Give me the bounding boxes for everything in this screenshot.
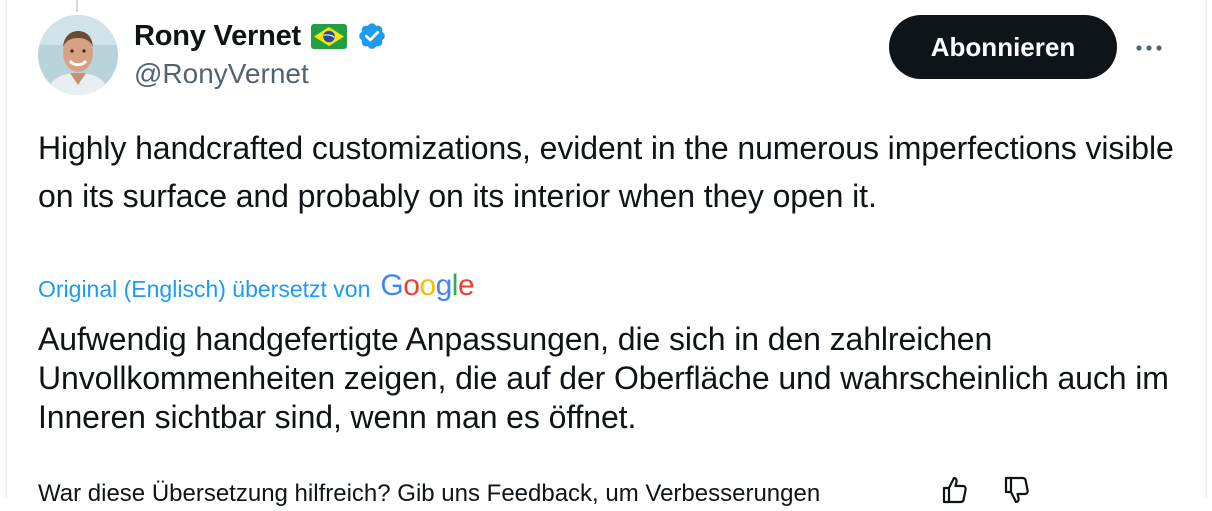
author-name-row: Rony Vernet <box>134 18 387 54</box>
verified-badge-icon[interactable] <box>357 21 387 51</box>
author-handle[interactable]: @RonyVernet <box>134 58 309 90</box>
timeline-border-left <box>5 0 7 498</box>
more-horizontal-icon[interactable] <box>1131 34 1167 62</box>
google-logo: Google <box>380 269 475 302</box>
avatar[interactable] <box>38 15 118 95</box>
tweet-text: Highly handcrafted customizations, evide… <box>38 130 1174 214</box>
thumbs-up-icon[interactable] <box>938 474 970 506</box>
display-name[interactable]: Rony Vernet <box>134 20 301 53</box>
follow-button[interactable]: Abonnieren <box>889 15 1117 79</box>
feedback-prompt: War diese Übersetzung hilfreich? Gib uns… <box>38 480 821 507</box>
translation-feedback-row: War diese Übersetzung hilfreich? Gib uns… <box>38 476 1198 510</box>
thumbs-down-icon[interactable] <box>1000 474 1032 506</box>
translation-attribution: Original (Englisch) übersetzt von Google <box>38 269 475 304</box>
translated-text: Aufwendig handgefertigte Anpassungen, di… <box>38 321 1169 435</box>
translation-label[interactable]: Original (Englisch) übersetzt von <box>38 276 370 303</box>
timeline-border-right <box>1205 0 1207 498</box>
thread-connector-line <box>76 0 78 12</box>
feedback-icons <box>938 474 1032 506</box>
brazil-flag-icon <box>311 23 348 49</box>
profile-photo-icon <box>38 15 118 95</box>
